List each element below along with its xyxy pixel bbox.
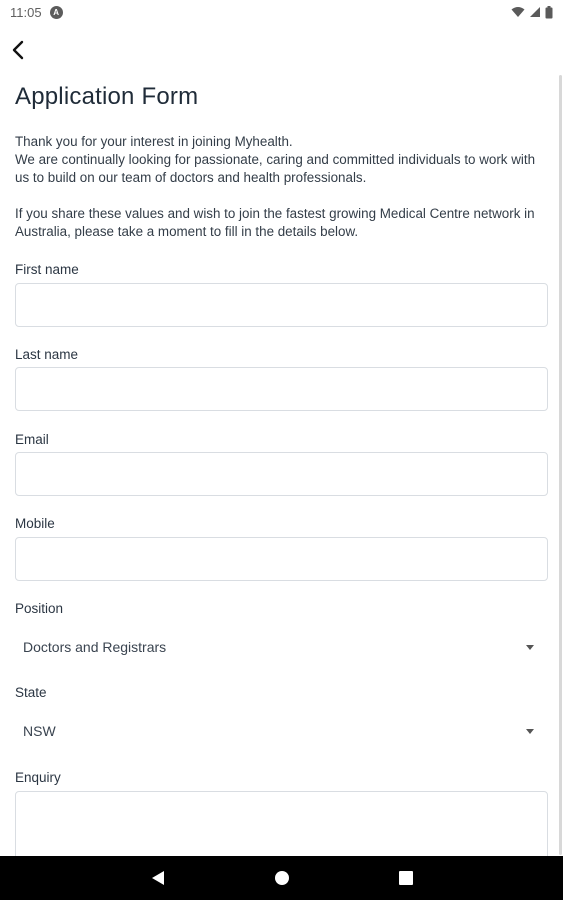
app-bar — [0, 30, 563, 70]
position-select[interactable]: Doctors and Registrars — [15, 625, 548, 669]
back-arrow-icon — [12, 40, 24, 60]
email-label: Email — [15, 432, 49, 447]
scrollbar[interactable] — [557, 75, 563, 855]
intro-paragraph-2: If you share these values and wish to jo… — [15, 206, 535, 239]
intro-line-1: Thank you for your interest in joining M… — [15, 134, 293, 149]
back-button[interactable] — [4, 32, 32, 68]
intro-paragraph-1: Thank you for your interest in joining M… — [15, 133, 548, 187]
status-right — [511, 5, 553, 19]
nav-back-button[interactable] — [146, 866, 170, 890]
system-nav-bar — [0, 856, 563, 900]
intro-line-2: We are continually looking for passionat… — [15, 152, 536, 185]
status-left: 11:05 A — [10, 5, 63, 20]
first-name-label: First name — [15, 262, 79, 277]
status-bar: 11:05 A — [0, 0, 563, 24]
page-title: Application Form — [15, 83, 199, 110]
position-label: Position — [15, 601, 64, 616]
main-content: Application Form Thank you for your inte… — [15, 75, 548, 241]
a-icon: A — [49, 5, 63, 19]
battery-icon — [545, 5, 553, 18]
status-time: 11:05 — [10, 4, 42, 20]
wifi-icon — [511, 7, 525, 17]
nav-home-button[interactable] — [270, 866, 294, 890]
position-selected-value: Doctors and Registrars — [23, 639, 167, 655]
dropdown-caret-icon — [526, 644, 534, 650]
nav-recents-button[interactable] — [394, 866, 418, 890]
mobile-input[interactable] — [15, 537, 548, 581]
enquiry-label: Enquiry — [15, 770, 61, 785]
last-name-label: Last name — [15, 347, 79, 362]
last-name-input[interactable] — [15, 367, 548, 411]
state-select[interactable]: NSW — [15, 709, 548, 753]
nav-back-icon — [151, 871, 164, 885]
scrollbar-thumb[interactable] — [559, 75, 562, 855]
intro-text: Thank you for your interest in joining M… — [15, 133, 548, 241]
first-name-input[interactable] — [15, 283, 548, 327]
state-label: State — [15, 685, 47, 700]
signal-icon — [530, 7, 540, 17]
email-input[interactable] — [15, 452, 548, 496]
mobile-label: Mobile — [15, 516, 55, 531]
nav-recents-icon — [398, 871, 413, 885]
nav-home-icon — [274, 871, 289, 885]
state-selected-value: NSW — [23, 723, 56, 739]
dropdown-caret-icon — [526, 728, 534, 734]
